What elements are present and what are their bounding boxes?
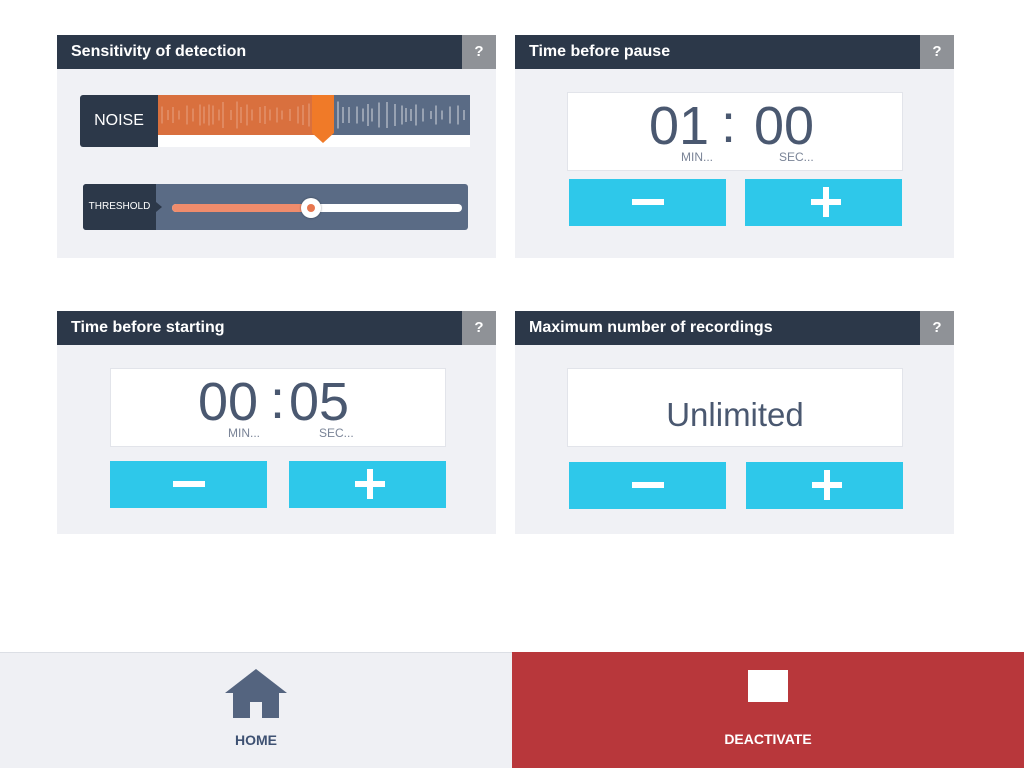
stop-icon	[748, 670, 788, 702]
pause-header: Time before pause ?	[515, 35, 954, 69]
max-recordings-plus-button[interactable]	[746, 462, 903, 509]
max-recordings-title: Maximum number of recordings	[529, 319, 773, 336]
starting-min-label: MIN...	[228, 426, 260, 440]
starting-minutes: 00	[198, 372, 259, 432]
minus-icon	[632, 199, 664, 205]
pause-plus-button[interactable]	[745, 179, 902, 226]
plus-icon-vertical	[824, 470, 830, 500]
pause-min-label: MIN...	[681, 150, 713, 164]
noise-label: NOISE	[80, 95, 158, 147]
threshold-fill	[172, 204, 311, 212]
pause-minus-button[interactable]	[569, 179, 726, 226]
sensitivity-header: Sensitivity of detection ?	[57, 35, 496, 69]
max-recordings-value: Unlimited	[666, 396, 804, 433]
plus-icon-vertical	[367, 469, 373, 499]
home-button[interactable]: HOME	[0, 652, 512, 768]
starting-title: Time before starting	[71, 319, 225, 336]
sensitivity-title: Sensitivity of detection	[71, 43, 247, 60]
minus-icon	[632, 482, 664, 488]
plus-icon-vertical	[823, 187, 829, 217]
starting-plus-button[interactable]	[289, 461, 446, 508]
pause-help-button[interactable]: ?	[920, 35, 954, 69]
home-icon	[225, 669, 287, 718]
sensitivity-help-button[interactable]: ?	[462, 35, 496, 69]
minus-icon	[173, 481, 205, 487]
starting-seconds: 05	[289, 372, 350, 432]
home-label: HOME	[235, 732, 277, 748]
pause-time-display: 01 : 00 MIN... SEC...	[567, 92, 903, 171]
starting-minus-button[interactable]	[110, 461, 267, 508]
deactivate-button[interactable]: DEACTIVATE	[512, 652, 1024, 768]
max-recordings-minus-button[interactable]	[569, 462, 726, 509]
max-recordings-panel: Maximum number of recordings ? Unlimited	[515, 311, 954, 534]
starting-sec-label: SEC...	[319, 426, 354, 440]
pause-sec-label: SEC...	[779, 150, 814, 164]
starting-time-display: 00 : 05 MIN... SEC...	[110, 368, 446, 447]
max-recordings-help-button[interactable]: ?	[920, 311, 954, 345]
pause-seconds: 00	[754, 96, 815, 156]
starting-help-button[interactable]: ?	[462, 311, 496, 345]
starting-panel: Time before starting ? 00 : 05 MIN... SE…	[57, 311, 496, 534]
starting-separator: :	[270, 370, 286, 430]
threshold-knob[interactable]	[301, 198, 321, 218]
max-recordings-header: Maximum number of recordings ?	[515, 311, 954, 345]
pause-separator: :	[721, 94, 737, 154]
noise-meter: NOISE	[80, 95, 470, 147]
max-recordings-display: Unlimited	[567, 368, 903, 447]
threshold-track[interactable]	[172, 198, 462, 218]
starting-header: Time before starting ?	[57, 311, 496, 345]
noise-marker[interactable]	[311, 95, 335, 143]
deactivate-label: DEACTIVATE	[724, 731, 812, 747]
pause-title: Time before pause	[529, 43, 671, 60]
pause-panel: Time before pause ? 01 : 00 MIN... SEC..…	[515, 35, 954, 258]
sensitivity-panel: Sensitivity of detection ? NOISE THRESHO…	[57, 35, 496, 258]
pause-minutes: 01	[649, 96, 710, 156]
threshold-label: THRESHOLD	[83, 184, 162, 230]
threshold-slider[interactable]: THRESHOLD	[83, 184, 468, 230]
